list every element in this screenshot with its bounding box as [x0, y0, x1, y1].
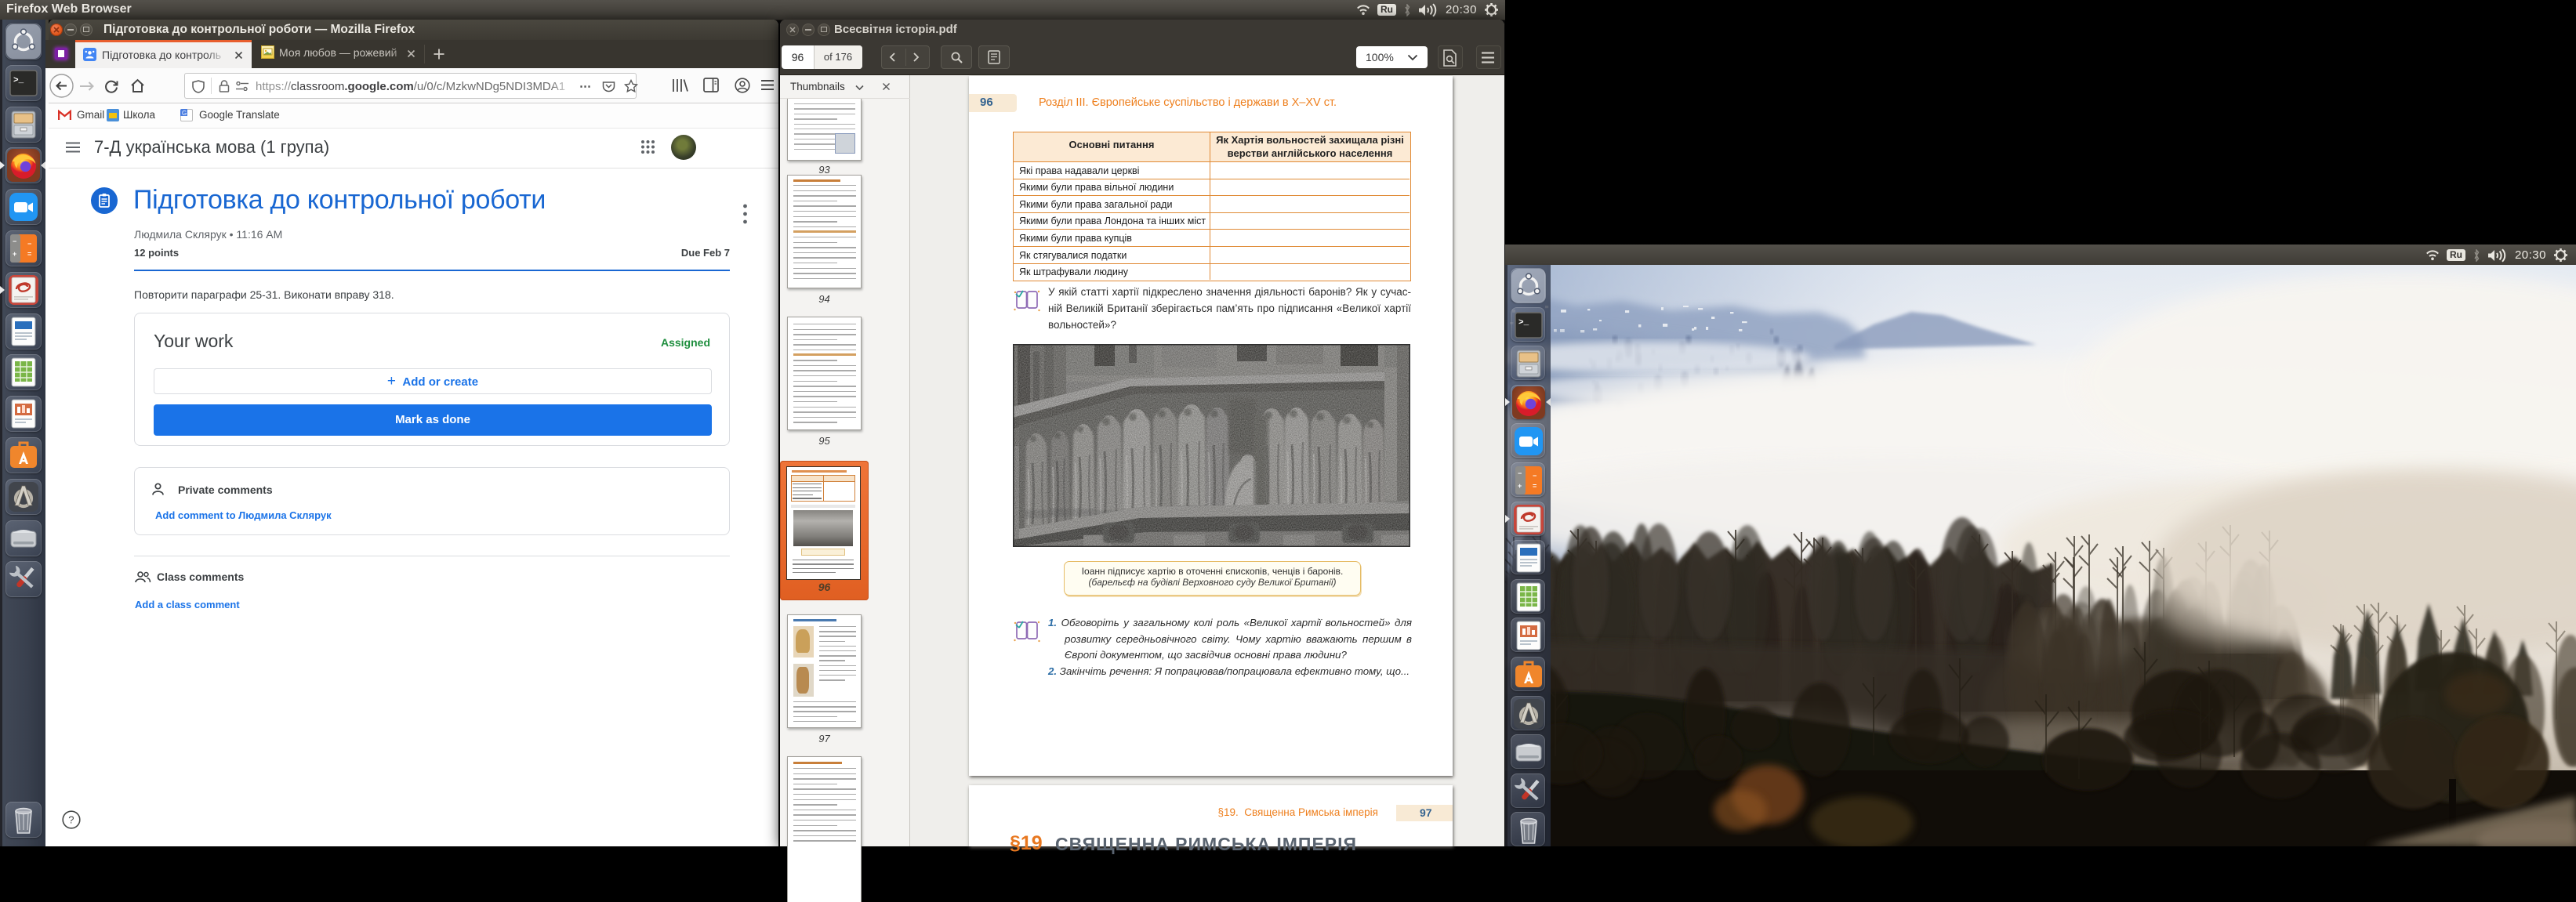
- svg-text:=: =: [27, 250, 31, 258]
- svg-text:=: =: [1533, 482, 1537, 490]
- svg-text:−: −: [27, 240, 31, 248]
- svg-text:>_: >_: [1518, 318, 1529, 328]
- svg-text:+: +: [13, 250, 16, 258]
- svg-text:−: −: [1518, 469, 1522, 477]
- svg-text:−: −: [13, 237, 16, 245]
- svg-text:−: −: [1533, 472, 1537, 480]
- svg-text:>_: >_: [13, 76, 24, 85]
- svg-text:+: +: [1518, 482, 1522, 490]
- svg-text:?: ?: [68, 814, 74, 826]
